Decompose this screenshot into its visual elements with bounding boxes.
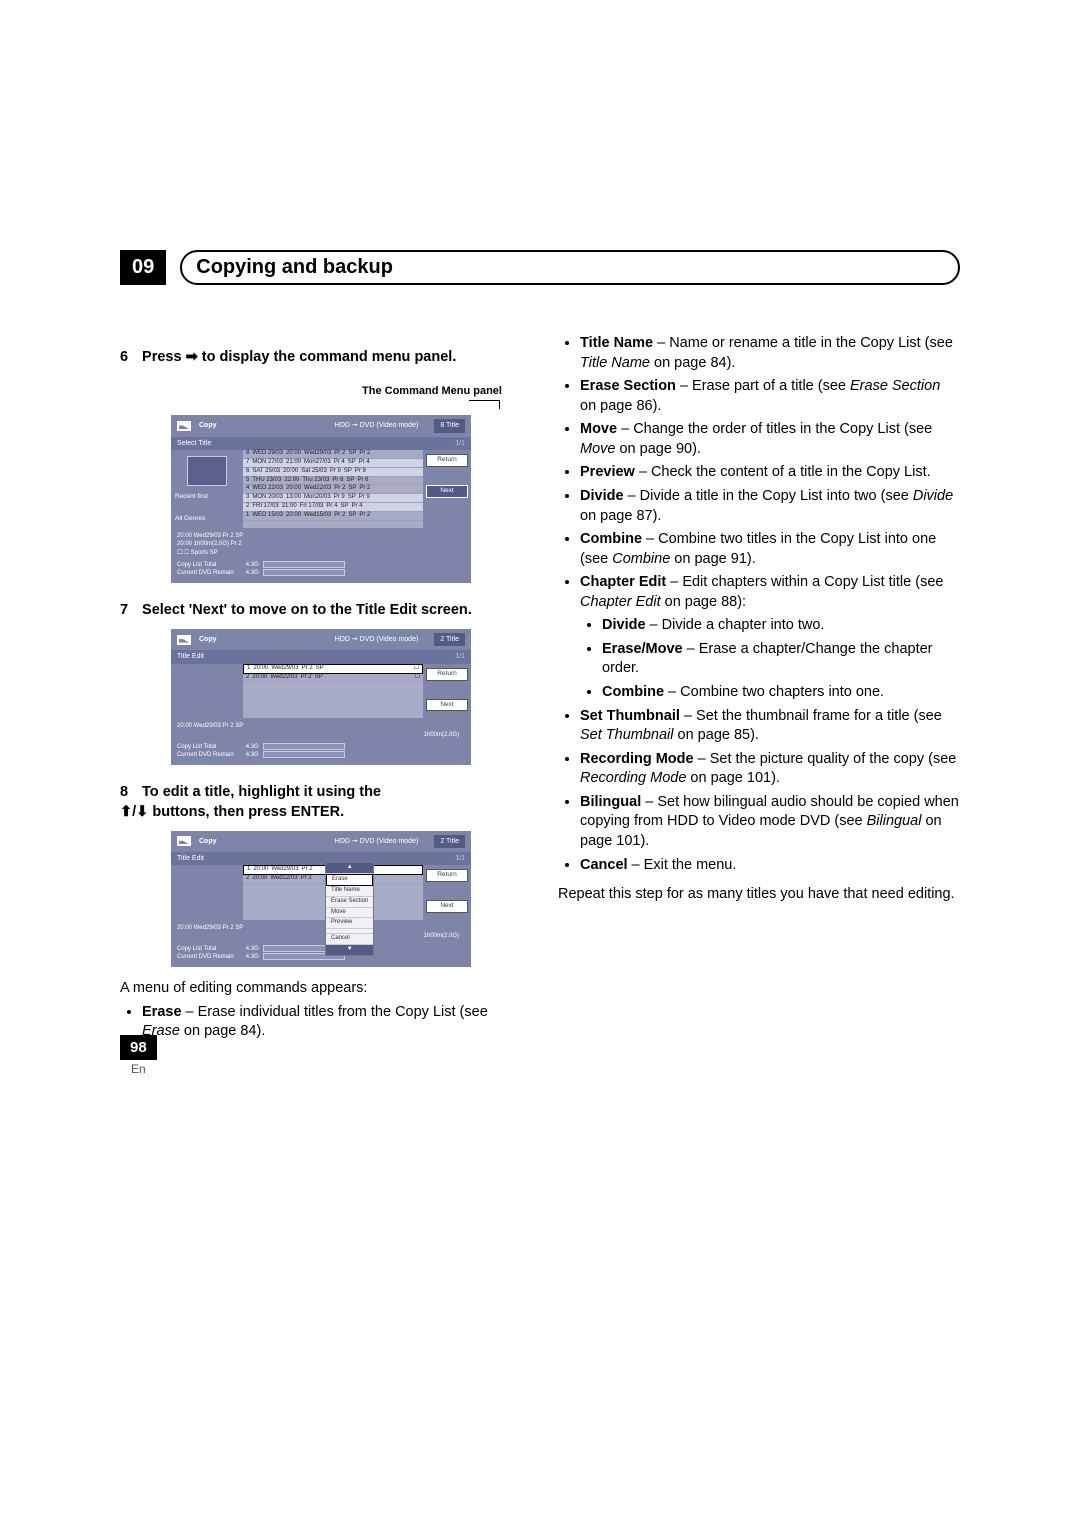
cancel-item: Cancel – Exit the menu. <box>580 856 960 876</box>
closing-note: Repeat this step for as many titles you … <box>558 885 960 905</box>
edit-menu-intro: A menu of editing commands appears: <box>120 979 522 999</box>
return-button[interactable]: Return <box>426 869 468 882</box>
step-7: 7 Select 'Next' to move on to the Title … <box>120 601 522 621</box>
left-column: 6 Press ➡ to display the command menu pa… <box>120 330 522 1046</box>
copy-icon <box>177 635 191 645</box>
screenshot-select-title: Copy HDD ➞ DVD (Video mode) 8 Title Sele… <box>171 415 471 583</box>
divide-item: Divide – Divide a title in the Copy List… <box>580 487 960 526</box>
return-button[interactable]: Return <box>426 454 468 467</box>
erase-section-item: Erase Section – Erase part of a title (s… <box>580 377 960 416</box>
chapter-number: 09 <box>120 250 166 285</box>
bilingual-item: Bilingual – Set how bilingual audio shou… <box>580 793 960 852</box>
page-lang: En <box>120 1062 157 1076</box>
title-table: 8WED 29/0320:00Wed29/03Pr 2SPPr 2 7MON 2… <box>243 450 423 528</box>
right-column: Title Name – Name or rename a title in t… <box>558 330 960 1046</box>
recording-mode-item: Recording Mode – Set the picture quality… <box>580 750 960 789</box>
preview-item: Preview – Check the content of a title i… <box>580 463 960 483</box>
move-item: Move – Change the order of titles in the… <box>580 420 960 459</box>
step-8: 8 To edit a title, highlight it using th… <box>120 783 522 822</box>
copy-icon <box>177 836 191 846</box>
combine-item: Combine – Combine two titles in the Copy… <box>580 530 960 569</box>
thumbnail-placeholder <box>187 456 227 486</box>
next-button[interactable]: Next <box>426 900 468 913</box>
copy-icon <box>177 421 191 431</box>
set-thumbnail-item: Set Thumbnail – Set the thumbnail frame … <box>580 707 960 746</box>
step-6: 6 Press ➡ to display the command menu pa… <box>120 348 522 368</box>
chapter-title: Copying and backup <box>180 250 960 285</box>
chapter-edit-item: Chapter Edit – Edit chapters within a Co… <box>580 573 960 702</box>
callout-line <box>469 400 500 409</box>
erase-item: Erase – Erase individual titles from the… <box>142 1003 522 1042</box>
chapter-header: 09 Copying and backup <box>120 250 960 285</box>
page-number: 98 <box>120 1035 157 1060</box>
screenshot-edit-menu: Copy HDD ➞ DVD (Video mode) 2 Title Titl… <box>171 831 471 968</box>
screenshot-title-edit: Copy HDD ➞ DVD (Video mode) 2 Title Titl… <box>171 629 471 766</box>
page-footer: 98 En <box>120 1035 157 1076</box>
title-name-item: Title Name – Name or rename a title in t… <box>580 334 960 373</box>
context-menu[interactable]: ▲ Erase Title Name Erase Section Move Pr… <box>325 862 374 955</box>
next-button[interactable]: Next <box>426 485 468 498</box>
next-button[interactable]: Next <box>426 699 468 712</box>
return-button[interactable]: Return <box>426 668 468 681</box>
command-menu-label: The Command Menu panel <box>120 384 502 399</box>
